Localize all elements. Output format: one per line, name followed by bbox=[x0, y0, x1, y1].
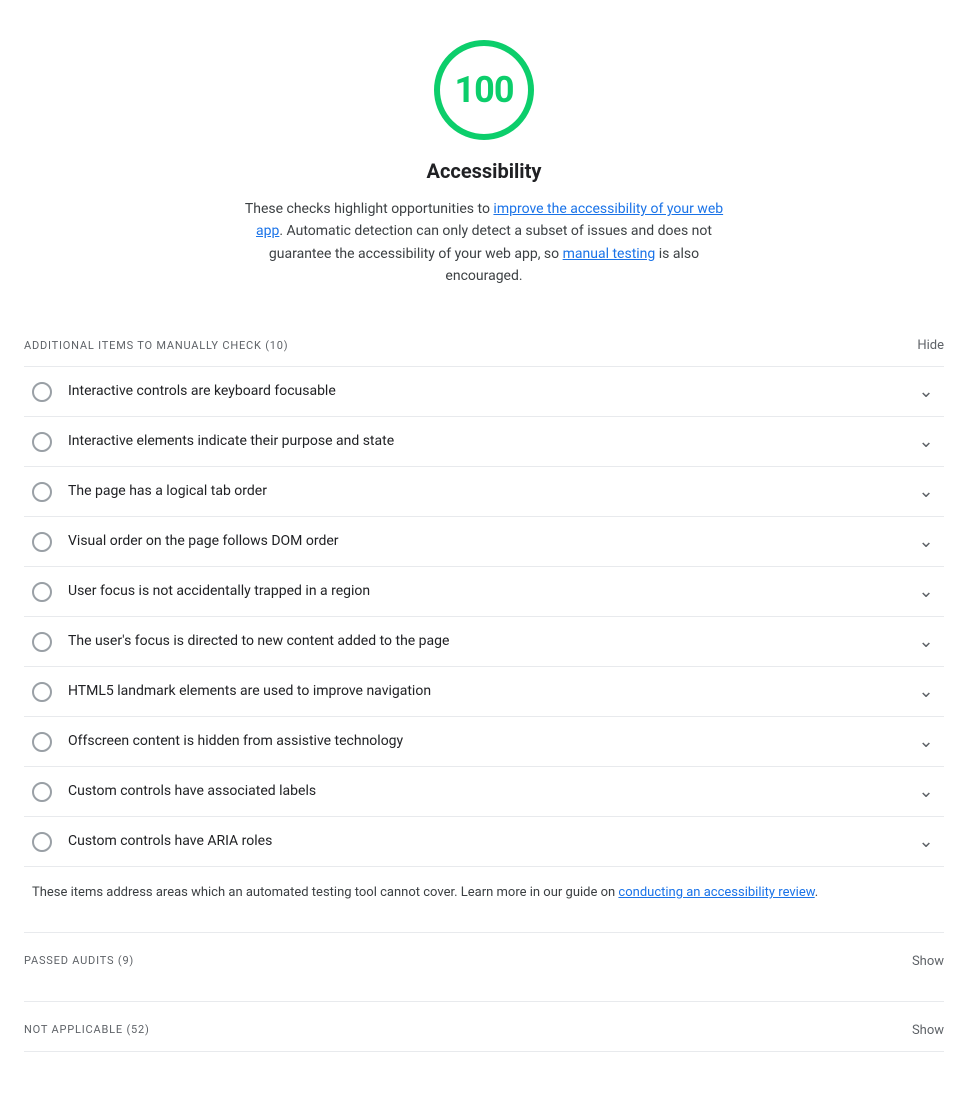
audit-status-icon bbox=[32, 782, 52, 802]
expand-icon: ⌄ bbox=[916, 382, 936, 402]
passed-audits-title-text: PASSED AUDITS bbox=[24, 954, 114, 967]
expand-icon: ⌄ bbox=[916, 582, 936, 602]
audit-list: Interactive controls are keyboard focusa… bbox=[24, 366, 944, 867]
hide-button[interactable]: Hide bbox=[917, 338, 944, 353]
audit-label: Custom controls have ARIA roles bbox=[68, 831, 916, 852]
audit-item[interactable]: The user's focus is directed to new cont… bbox=[24, 617, 944, 667]
not-applicable-title-text: NOT APPLICABLE bbox=[24, 1023, 123, 1036]
passed-audits-title: PASSED AUDITS (9) bbox=[24, 953, 134, 970]
manual-check-count: (10) bbox=[265, 339, 288, 352]
expand-icon: ⌄ bbox=[916, 532, 936, 552]
audit-status-icon bbox=[32, 432, 52, 452]
audit-item[interactable]: Interactive elements indicate their purp… bbox=[24, 417, 944, 467]
not-applicable-count: (52) bbox=[126, 1023, 149, 1036]
note-text-part1: These items address areas which an autom… bbox=[32, 885, 618, 900]
page-wrapper: 100 Accessibility These checks highlight… bbox=[0, 0, 968, 1112]
expand-icon: ⌄ bbox=[916, 832, 936, 852]
audit-status-icon bbox=[32, 632, 52, 652]
score-title: Accessibility bbox=[427, 156, 542, 186]
manual-check-section-header: ADDITIONAL ITEMS TO MANUALLY CHECK (10) … bbox=[24, 318, 944, 367]
audit-item[interactable]: Visual order on the page follows DOM ord… bbox=[24, 517, 944, 567]
audit-label: Visual order on the page follows DOM ord… bbox=[68, 531, 916, 552]
audit-label: Custom controls have associated labels bbox=[68, 781, 916, 802]
audit-label: The page has a logical tab order bbox=[68, 481, 916, 502]
score-section: 100 Accessibility These checks highlight… bbox=[24, 40, 944, 288]
passed-audits-count: (9) bbox=[118, 954, 134, 967]
show-passed-button[interactable]: Show bbox=[912, 954, 944, 969]
audit-item[interactable]: Offscreen content is hidden from assisti… bbox=[24, 717, 944, 767]
show-not-applicable-button[interactable]: Show bbox=[912, 1023, 944, 1038]
audit-item[interactable]: HTML5 landmark elements are used to impr… bbox=[24, 667, 944, 717]
passed-audits-header: PASSED AUDITS (9) Show bbox=[24, 933, 944, 982]
accessibility-review-link[interactable]: conducting an accessibility review bbox=[618, 885, 814, 900]
audit-status-icon bbox=[32, 682, 52, 702]
score-circle: 100 bbox=[434, 40, 534, 140]
manual-check-title-text: ADDITIONAL ITEMS TO MANUALLY CHECK bbox=[24, 339, 262, 352]
expand-icon: ⌄ bbox=[916, 432, 936, 452]
not-applicable-header: NOT APPLICABLE (52) Show bbox=[24, 1002, 944, 1051]
score-value: 100 bbox=[455, 63, 514, 117]
audit-item[interactable]: Interactive controls are keyboard focusa… bbox=[24, 367, 944, 417]
score-desc-part1: These checks highlight opportunities to bbox=[245, 201, 494, 217]
audit-label: Offscreen content is hidden from assisti… bbox=[68, 731, 916, 752]
note-text-part2: . bbox=[815, 885, 818, 900]
audit-status-icon bbox=[32, 482, 52, 502]
audit-item[interactable]: The page has a logical tab order ⌄ bbox=[24, 467, 944, 517]
manual-check-footer-note: These items address areas which an autom… bbox=[24, 867, 944, 912]
passed-audits-section: PASSED AUDITS (9) Show bbox=[24, 932, 944, 982]
expand-icon: ⌄ bbox=[916, 632, 936, 652]
audit-label: HTML5 landmark elements are used to impr… bbox=[68, 681, 916, 702]
audit-item[interactable]: Custom controls have ARIA roles ⌄ bbox=[24, 817, 944, 867]
bottom-border-line bbox=[24, 1051, 944, 1052]
audit-label: User focus is not accidentally trapped i… bbox=[68, 581, 916, 602]
audit-item[interactable]: Custom controls have associated labels ⌄ bbox=[24, 767, 944, 817]
audit-label: Interactive controls are keyboard focusa… bbox=[68, 381, 916, 402]
not-applicable-title: NOT APPLICABLE (52) bbox=[24, 1022, 150, 1039]
not-applicable-section: NOT APPLICABLE (52) Show bbox=[24, 1001, 944, 1052]
audit-status-icon bbox=[32, 732, 52, 752]
audit-status-icon bbox=[32, 582, 52, 602]
expand-icon: ⌄ bbox=[916, 482, 936, 502]
audit-item[interactable]: User focus is not accidentally trapped i… bbox=[24, 567, 944, 617]
audit-status-icon bbox=[32, 532, 52, 552]
manual-testing-link[interactable]: manual testing bbox=[563, 246, 656, 262]
manual-check-title: ADDITIONAL ITEMS TO MANUALLY CHECK (10) bbox=[24, 338, 288, 355]
audit-status-icon bbox=[32, 832, 52, 852]
audit-label: The user's focus is directed to new cont… bbox=[68, 631, 916, 652]
expand-icon: ⌄ bbox=[916, 732, 936, 752]
score-description: These checks highlight opportunities to … bbox=[234, 198, 734, 288]
expand-icon: ⌄ bbox=[916, 682, 936, 702]
expand-icon: ⌄ bbox=[916, 782, 936, 802]
audit-label: Interactive elements indicate their purp… bbox=[68, 431, 916, 452]
audit-status-icon bbox=[32, 382, 52, 402]
